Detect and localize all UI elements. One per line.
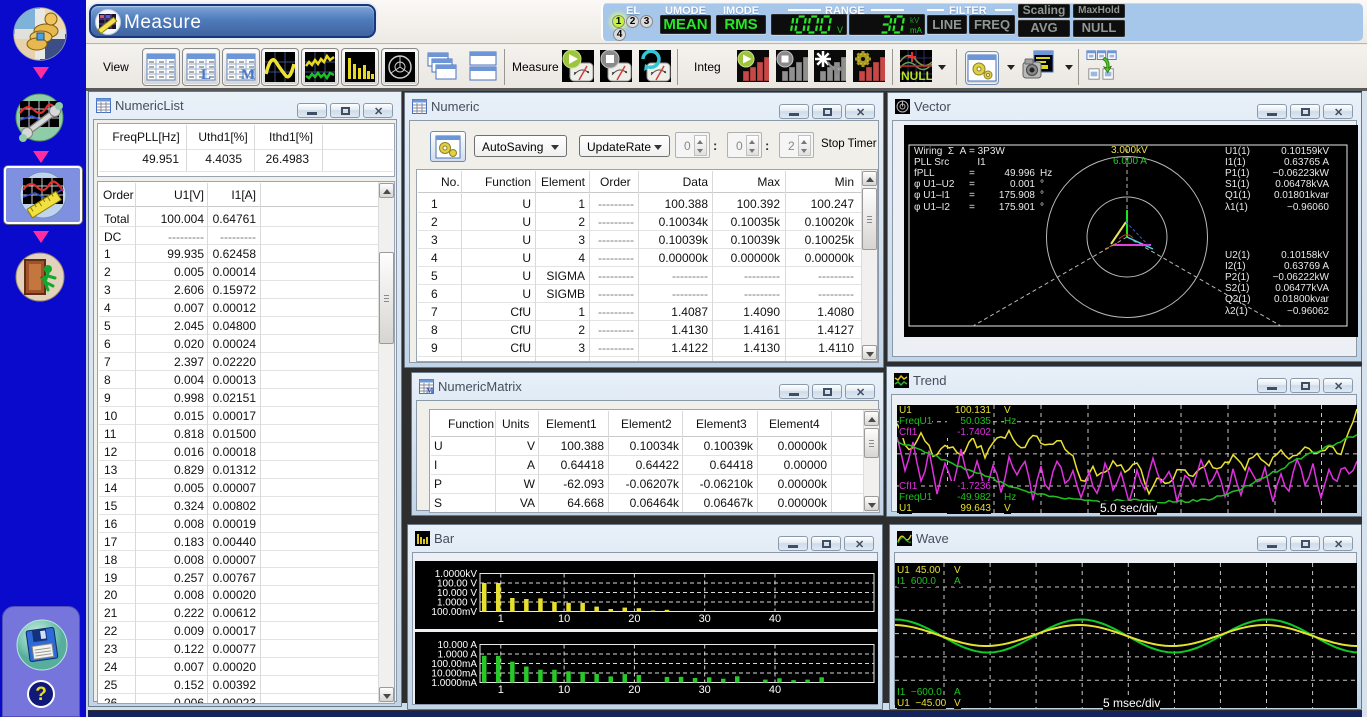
svg-text:M: M bbox=[241, 67, 255, 82]
svg-text:1.0000mA: 1.0000mA bbox=[431, 678, 477, 689]
svg-text:1: 1 bbox=[498, 613, 504, 625]
svg-text:NULL: NULL bbox=[901, 69, 932, 82]
svg-text:V: V bbox=[837, 25, 843, 35]
svg-text:L: L bbox=[201, 67, 211, 82]
svg-text:40: 40 bbox=[769, 684, 781, 696]
svg-text:20: 20 bbox=[628, 613, 640, 625]
svg-text:10: 10 bbox=[558, 684, 570, 696]
svg-text:30: 30 bbox=[699, 684, 711, 696]
svg-text:100.00mV: 100.00mV bbox=[431, 607, 477, 618]
svg-text:mA: mA bbox=[910, 26, 923, 35]
svg-text:30: 30 bbox=[699, 613, 711, 625]
svg-text:1: 1 bbox=[498, 684, 504, 696]
svg-text:kV: kV bbox=[910, 16, 920, 25]
svg-text:10: 10 bbox=[558, 613, 570, 625]
svg-text:20: 20 bbox=[628, 684, 640, 696]
svg-text:M: M bbox=[426, 386, 434, 394]
svg-text:40: 40 bbox=[769, 613, 781, 625]
